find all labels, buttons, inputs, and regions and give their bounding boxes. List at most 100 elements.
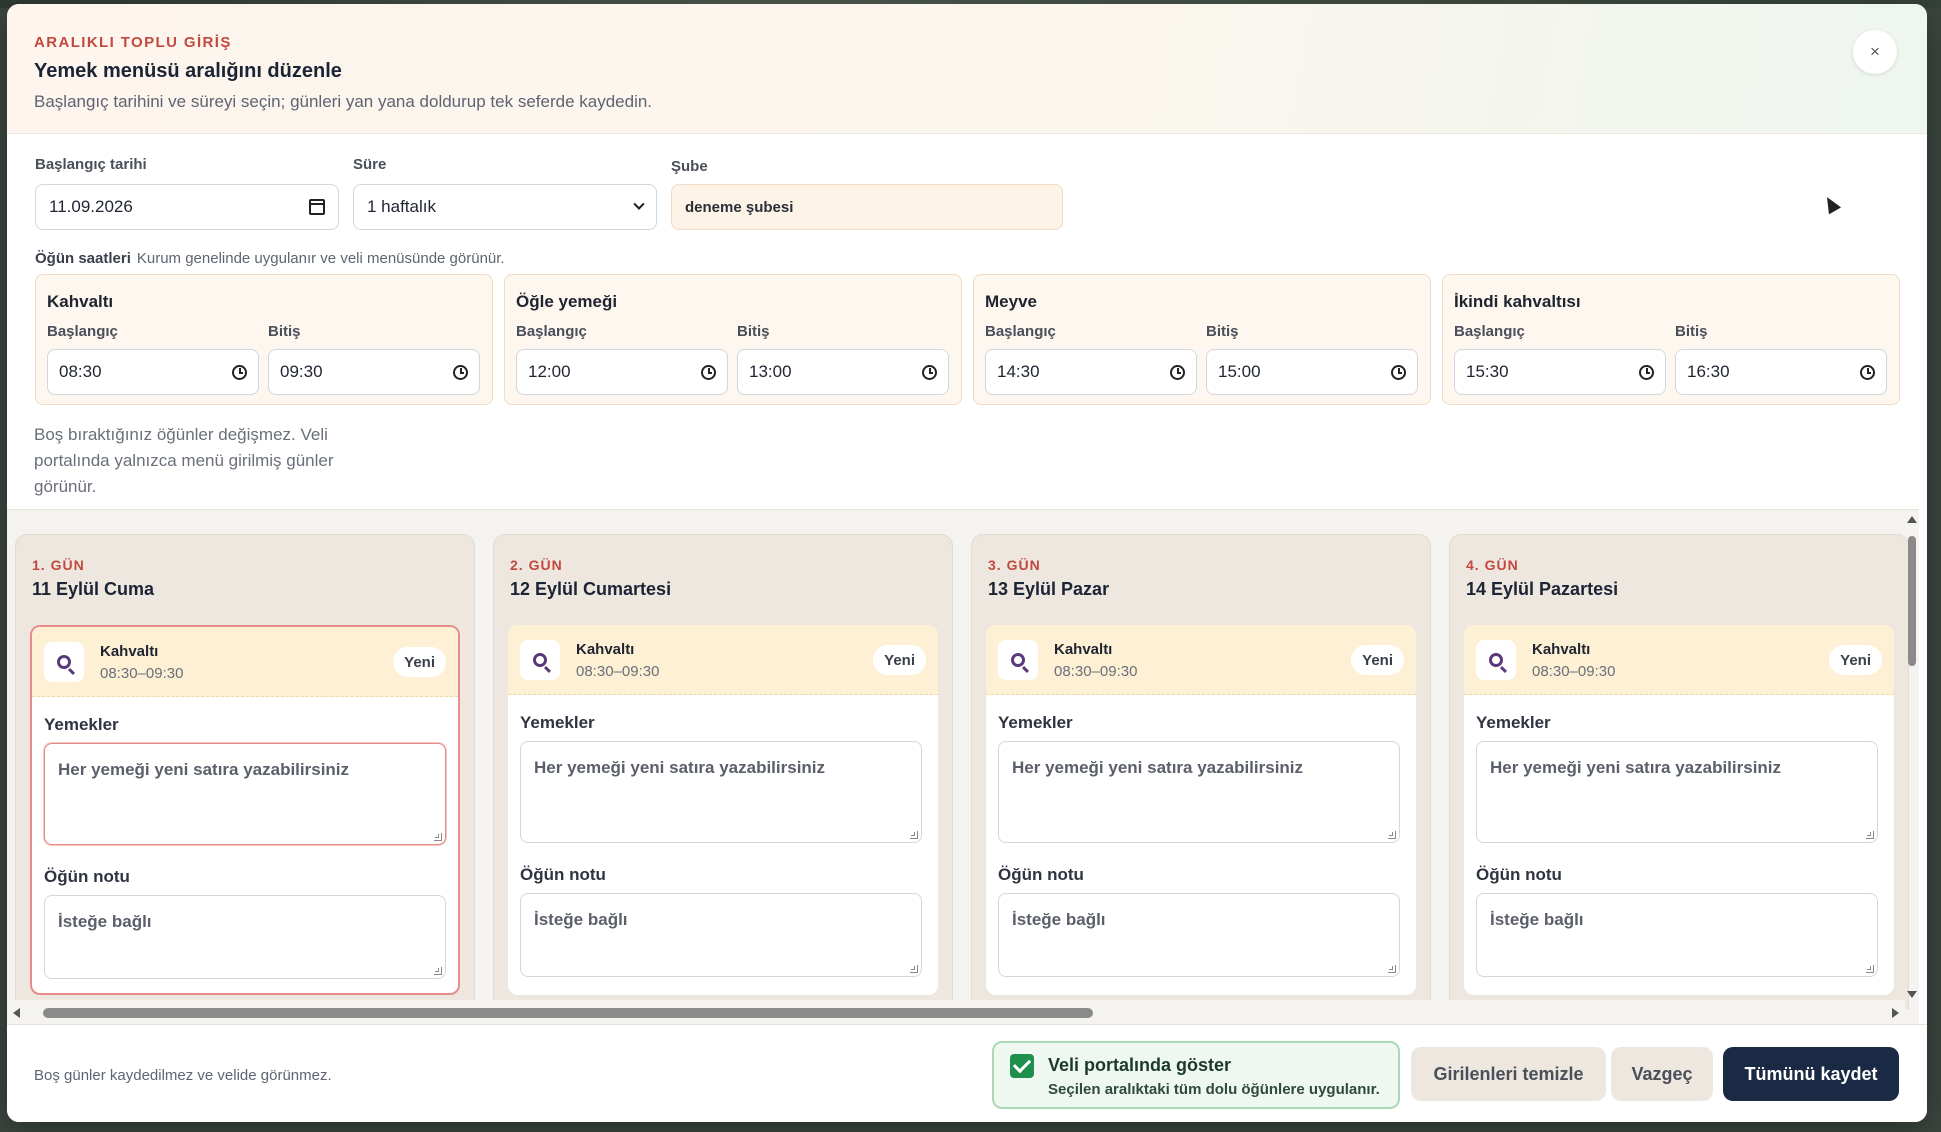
day-column-3: 3. GÜN 13 Eylül Pazar Kahvaltı 08:30–09:…: [971, 534, 1431, 1009]
foods-label: Yemekler: [520, 713, 595, 732]
clock-icon[interactable]: [453, 364, 468, 380]
end-time-input[interactable]: 16:30: [1675, 349, 1887, 395]
resize-handle-icon[interactable]: [910, 965, 918, 973]
resize-handle-icon[interactable]: [434, 967, 442, 975]
day-name: 14 Eylül Pazartesi: [1466, 579, 1619, 599]
search-icon: [533, 653, 547, 667]
foods-textarea[interactable]: Her yemeği yeni satıra yazabilirsiniz: [44, 743, 446, 845]
meal-time: 08:30–09:30: [1054, 663, 1138, 680]
portal-toggle-title: Veli portalında göster: [1048, 1055, 1232, 1075]
start-label: Başlangıç: [516, 323, 587, 340]
meal-time-card-breakfast: Kahvaltı Başlangıç Bitiş 08:30 09:30: [35, 274, 493, 405]
meal-time-name: Öğle yemeği: [516, 292, 618, 311]
empty-meals-note: Boş bıraktığınız öğünler değişmez. Veli …: [34, 425, 334, 496]
duration-value: 1 haftalık: [367, 197, 436, 216]
start-label: Başlangıç: [1454, 323, 1525, 340]
end-label: Bitiş: [268, 323, 301, 340]
resize-handle-icon[interactable]: [1866, 831, 1874, 839]
foods-textarea[interactable]: Her yemeği yeni satıra yazabilirsiniz: [520, 741, 922, 843]
portal-toggle-subtitle: Seçilen aralıktaki tüm dolu öğünlere uyg…: [1048, 1081, 1380, 1098]
end-time-input[interactable]: 09:30: [268, 349, 480, 395]
end-time-value: 15:00: [1218, 362, 1261, 381]
vertical-scrollbar[interactable]: [1905, 510, 1919, 1000]
modal-eyebrow: ARALIKLI TOPLU GİRİŞ: [34, 34, 232, 51]
clock-icon[interactable]: [922, 364, 937, 380]
meal-note-textarea[interactable]: İsteğe bağlı: [520, 893, 922, 977]
meal-time-card-fruit: Meyve Başlangıç Bitiş 14:30 15:00: [973, 274, 1431, 405]
meal-icon-tile: [1476, 640, 1516, 680]
duration-select[interactable]: 1 haftalık: [353, 184, 657, 230]
search-icon: [1011, 653, 1025, 667]
day-number: 4. GÜN: [1466, 557, 1519, 573]
start-date-input[interactable]: 11.09.2026: [35, 184, 339, 230]
clock-icon[interactable]: [1639, 364, 1654, 380]
start-time-input[interactable]: 14:30: [985, 349, 1197, 395]
clock-icon[interactable]: [232, 364, 247, 380]
meal-note-placeholder: İsteğe bağlı: [1490, 910, 1584, 929]
clock-icon[interactable]: [1860, 364, 1875, 380]
start-time-input[interactable]: 08:30: [47, 349, 259, 395]
meal-title: Kahvaltı: [100, 643, 159, 660]
end-time-input[interactable]: 15:00: [1206, 349, 1418, 395]
bulk-entry-modal: ARALIKLI TOPLU GİRİŞ Yemek menüsü aralığ…: [7, 4, 1927, 1122]
branch-field: deneme şubesi: [671, 184, 1063, 230]
horizontal-scrollbar[interactable]: [7, 1000, 1905, 1024]
day-column-1: 1. GÜN 11 Eylül Cuma Kahvaltı 08:30–09:3…: [15, 534, 475, 1009]
end-time-value: 16:30: [1687, 362, 1730, 381]
cancel-button[interactable]: Vazgeç: [1611, 1047, 1713, 1101]
clear-entries-button[interactable]: Girilenleri temizle: [1411, 1047, 1606, 1101]
clock-icon[interactable]: [1391, 364, 1406, 380]
meal-time-card-lunch: Öğle yemeği Başlangıç Bitiş 12:00 13:00: [504, 274, 962, 405]
meal-note-textarea[interactable]: İsteğe bağlı: [1476, 893, 1878, 977]
day-column-4: 4. GÜN 14 Eylül Pazartesi Kahvaltı 08:30…: [1449, 534, 1909, 1009]
calendar-icon[interactable]: [309, 199, 325, 215]
meal-time-card-afternoon: İkindi kahvaltısı Başlangıç Bitiş 15:30 …: [1442, 274, 1900, 405]
resize-handle-icon[interactable]: [434, 833, 442, 841]
day-number: 2. GÜN: [510, 557, 563, 573]
meal-title: Kahvaltı: [1054, 641, 1113, 658]
start-time-input[interactable]: 12:00: [516, 349, 728, 395]
meal-note-label: Öğün notu: [1476, 865, 1562, 884]
foods-placeholder: Her yemeği yeni satıra yazabilirsiniz: [534, 758, 826, 777]
horizontal-scroll-thumb[interactable]: [43, 1008, 1093, 1018]
close-icon: ×: [1870, 42, 1880, 61]
meal-note-textarea[interactable]: İsteğe bağlı: [998, 893, 1400, 977]
resize-handle-icon[interactable]: [1388, 965, 1396, 973]
resize-handle-icon[interactable]: [1388, 831, 1396, 839]
meal-icon-tile: [998, 640, 1038, 680]
save-all-button[interactable]: Tümünü kaydet: [1723, 1047, 1899, 1101]
end-label: Bitiş: [1206, 323, 1239, 340]
days-scroll-area[interactable]: 1. GÜN 11 Eylül Cuma Kahvaltı 08:30–09:3…: [7, 509, 1919, 1024]
meal-time-name: Kahvaltı: [47, 292, 114, 311]
resize-handle-icon[interactable]: [1866, 965, 1874, 973]
foods-placeholder: Her yemeği yeni satıra yazabilirsiniz: [1012, 758, 1304, 777]
meal-card: Kahvaltı 08:30–09:30 Yeni Yemekler Her y…: [30, 625, 460, 995]
meal-icon-tile: [44, 642, 84, 682]
end-time-input[interactable]: 13:00: [737, 349, 949, 395]
foods-textarea[interactable]: Her yemeği yeni satıra yazabilirsiniz: [998, 741, 1400, 843]
resize-handle-icon[interactable]: [910, 831, 918, 839]
start-time-input[interactable]: 15:30: [1454, 349, 1666, 395]
scroll-up-icon[interactable]: [1907, 516, 1917, 523]
meal-note-label: Öğün notu: [520, 865, 606, 884]
meal-card: Kahvaltı 08:30–09:30 Yeni Yemekler Her y…: [1464, 625, 1894, 995]
scroll-left-icon[interactable]: [13, 1008, 20, 1018]
close-button[interactable]: ×: [1853, 30, 1897, 74]
meal-note-textarea[interactable]: İsteğe bağlı: [44, 895, 446, 979]
start-time-value: 14:30: [997, 362, 1040, 381]
clock-icon[interactable]: [1170, 364, 1185, 380]
new-badge: Yeni: [1829, 645, 1882, 675]
show-in-parent-portal-toggle[interactable]: Veli portalında göster Seçilen aralıktak…: [992, 1041, 1400, 1109]
clock-icon[interactable]: [701, 364, 716, 380]
scroll-right-icon[interactable]: [1892, 1008, 1899, 1018]
meal-time-name: Meyve: [985, 292, 1037, 311]
scroll-down-icon[interactable]: [1907, 991, 1917, 998]
start-date-value: 11.09.2026: [49, 197, 133, 216]
start-label: Başlangıç: [985, 323, 1056, 340]
day-number: 3. GÜN: [988, 557, 1041, 573]
foods-textarea[interactable]: Her yemeği yeni satıra yazabilirsiniz: [1476, 741, 1878, 843]
foods-placeholder: Her yemeği yeni satıra yazabilirsiniz: [58, 760, 350, 779]
vertical-scroll-thumb[interactable]: [1908, 536, 1916, 666]
modal-subtitle: Başlangıç tarihini ve süreyi seçin; günl…: [34, 92, 653, 111]
checkbox-checked-icon[interactable]: [1010, 1054, 1034, 1078]
